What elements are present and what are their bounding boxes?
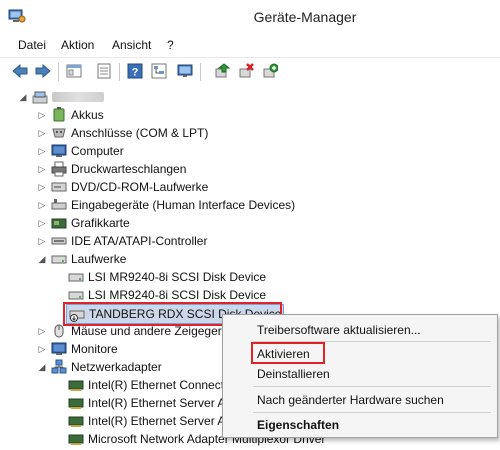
network-card-icon bbox=[68, 395, 84, 411]
tree-node-label: Druckwarteschlangen bbox=[71, 162, 187, 176]
menu-datei[interactable]: Datei bbox=[18, 38, 46, 52]
network-card-icon bbox=[68, 377, 84, 393]
menu-separator bbox=[253, 386, 491, 387]
collapsed-arrow-icon[interactable]: ▷ bbox=[37, 128, 47, 138]
tree-node[interactable]: ▷ Monitore bbox=[37, 340, 118, 358]
back-icon[interactable] bbox=[10, 61, 30, 81]
tree-node-label: Computer bbox=[71, 144, 124, 158]
toolbar-separator bbox=[200, 63, 201, 81]
monitor-icon bbox=[51, 341, 67, 357]
hid-icon bbox=[51, 197, 67, 213]
collapsed-arrow-icon[interactable]: ▷ bbox=[37, 218, 47, 228]
scan-hardware-icon[interactable] bbox=[260, 61, 280, 81]
tree-node-label: Monitore bbox=[71, 342, 118, 356]
expanded-arrow-icon[interactable]: ◢ bbox=[18, 92, 28, 102]
tree-node[interactable]: ◢ Netzwerkadapter bbox=[37, 358, 162, 376]
tree-node[interactable]: ▷ DVD/CD-ROM-Laufwerke bbox=[37, 178, 209, 196]
tree-node[interactable]: ▷ Akkus bbox=[37, 106, 104, 124]
menu-help[interactable]: ? bbox=[167, 38, 174, 52]
collapsed-arrow-icon[interactable]: ▷ bbox=[37, 110, 47, 120]
tree-node-label: Anschlüsse (COM & LPT) bbox=[71, 126, 209, 140]
collapsed-arrow-icon[interactable]: ▷ bbox=[37, 236, 47, 246]
collapsed-arrow-icon[interactable]: ▷ bbox=[37, 164, 47, 174]
disk-drive-icon bbox=[51, 251, 67, 267]
tree-root[interactable]: ◢ bbox=[18, 88, 104, 106]
console-icon[interactable] bbox=[94, 61, 114, 81]
tree-icon[interactable] bbox=[149, 61, 169, 81]
tree-node-child[interactable]: Intel(R) Ethernet Connection bbox=[68, 376, 240, 394]
network-card-icon bbox=[68, 431, 84, 447]
tree-node-label: DVD/CD-ROM-Laufwerke bbox=[71, 180, 209, 194]
tree-node-label: Grafikkarte bbox=[71, 216, 130, 230]
collapsed-arrow-icon[interactable]: ▷ bbox=[37, 200, 47, 210]
dvd-drive-icon bbox=[51, 179, 67, 195]
tree-node-label: Intel(R) Ethernet Connection bbox=[88, 378, 241, 392]
collapsed-arrow-icon[interactable]: ▷ bbox=[37, 344, 47, 354]
port-icon bbox=[51, 125, 67, 141]
toolbar-separator bbox=[58, 63, 59, 81]
help-icon[interactable]: ? bbox=[125, 61, 145, 81]
menu-item-update-driver[interactable]: Treibersoftware aktualisieren... bbox=[257, 323, 421, 337]
context-menu: Treibersoftware aktualisieren... Aktivie… bbox=[222, 314, 498, 438]
network-card-icon bbox=[68, 413, 84, 429]
menu-aktion[interactable]: Aktion bbox=[61, 38, 94, 52]
redacted-computer-name bbox=[52, 92, 104, 102]
properties-view-icon[interactable] bbox=[64, 61, 84, 81]
computer-icon bbox=[32, 89, 48, 105]
tree-node[interactable]: ▷ Druckwarteschlangen bbox=[37, 160, 186, 178]
monitor-icon[interactable] bbox=[175, 61, 195, 81]
tree-node[interactable]: ▷ Grafikkarte bbox=[37, 214, 130, 232]
tree-node-label: Eingabegeräte (Human Interface Devices) bbox=[71, 198, 296, 212]
menu-item-properties[interactable]: Eigenschaften bbox=[257, 418, 339, 432]
toolbar-separator bbox=[119, 63, 120, 81]
menu-ansicht[interactable]: Ansicht bbox=[112, 38, 151, 52]
annotation-highlight-box bbox=[251, 342, 325, 364]
forward-icon[interactable] bbox=[33, 61, 53, 81]
tree-node-child[interactable]: LSI MR9240-8i SCSI Disk Device bbox=[68, 268, 266, 286]
collapsed-arrow-icon[interactable]: ▷ bbox=[37, 326, 47, 336]
window-title: Geräte-Manager bbox=[253, 9, 357, 25]
disk-drive-icon bbox=[68, 269, 84, 285]
tree-node-label: Mäuse und andere Zeigegeräte bbox=[71, 324, 239, 338]
menu-item-uninstall[interactable]: Deinstallieren bbox=[257, 367, 330, 381]
uninstall-icon[interactable] bbox=[236, 61, 256, 81]
display-adapter-icon bbox=[51, 215, 67, 231]
menu-bar: Datei Aktion Ansicht ? bbox=[0, 36, 500, 56]
tree-node-label: LSI MR9240-8i SCSI Disk Device bbox=[88, 288, 267, 302]
tree-node-label: IDE ATA/ATAPI-Controller bbox=[71, 234, 208, 248]
menu-item-scan-hardware[interactable]: Nach geänderter Hardware suchen bbox=[257, 393, 444, 407]
tree-node[interactable]: ▷ Computer bbox=[37, 142, 124, 160]
expanded-arrow-icon[interactable]: ◢ bbox=[37, 362, 47, 372]
tree-node[interactable]: ▷ Anschlüsse (COM & LPT) bbox=[37, 124, 209, 142]
tree-node-label: Netzwerkadapter bbox=[71, 360, 162, 374]
collapsed-arrow-icon[interactable]: ▷ bbox=[37, 182, 47, 192]
update-driver-icon[interactable] bbox=[212, 61, 232, 81]
toolbar: ? bbox=[0, 57, 500, 87]
monitor-icon bbox=[51, 143, 67, 159]
tree-node-label: Akkus bbox=[71, 108, 104, 122]
tree-node[interactable]: ▷ IDE ATA/ATAPI-Controller bbox=[37, 232, 208, 250]
title-bar: Geräte-Manager bbox=[0, 0, 500, 36]
printer-icon bbox=[51, 161, 67, 177]
expanded-arrow-icon[interactable]: ◢ bbox=[37, 254, 47, 264]
tree-node-label: LSI MR9240-8i SCSI Disk Device bbox=[88, 270, 267, 284]
battery-icon bbox=[51, 107, 67, 123]
network-adapter-icon bbox=[51, 359, 67, 375]
collapsed-arrow-icon[interactable]: ▷ bbox=[37, 146, 47, 156]
disk-drive-icon bbox=[68, 287, 84, 303]
tree-node[interactable]: ▷ Eingabegeräte (Human Interface Devices… bbox=[37, 196, 296, 214]
tree-node-label: Laufwerke bbox=[71, 252, 127, 266]
tree-node[interactable]: ◢ Laufwerke bbox=[37, 250, 127, 268]
ide-controller-icon bbox=[51, 233, 67, 249]
svg-text:?: ? bbox=[132, 67, 139, 79]
menu-separator bbox=[253, 412, 491, 413]
